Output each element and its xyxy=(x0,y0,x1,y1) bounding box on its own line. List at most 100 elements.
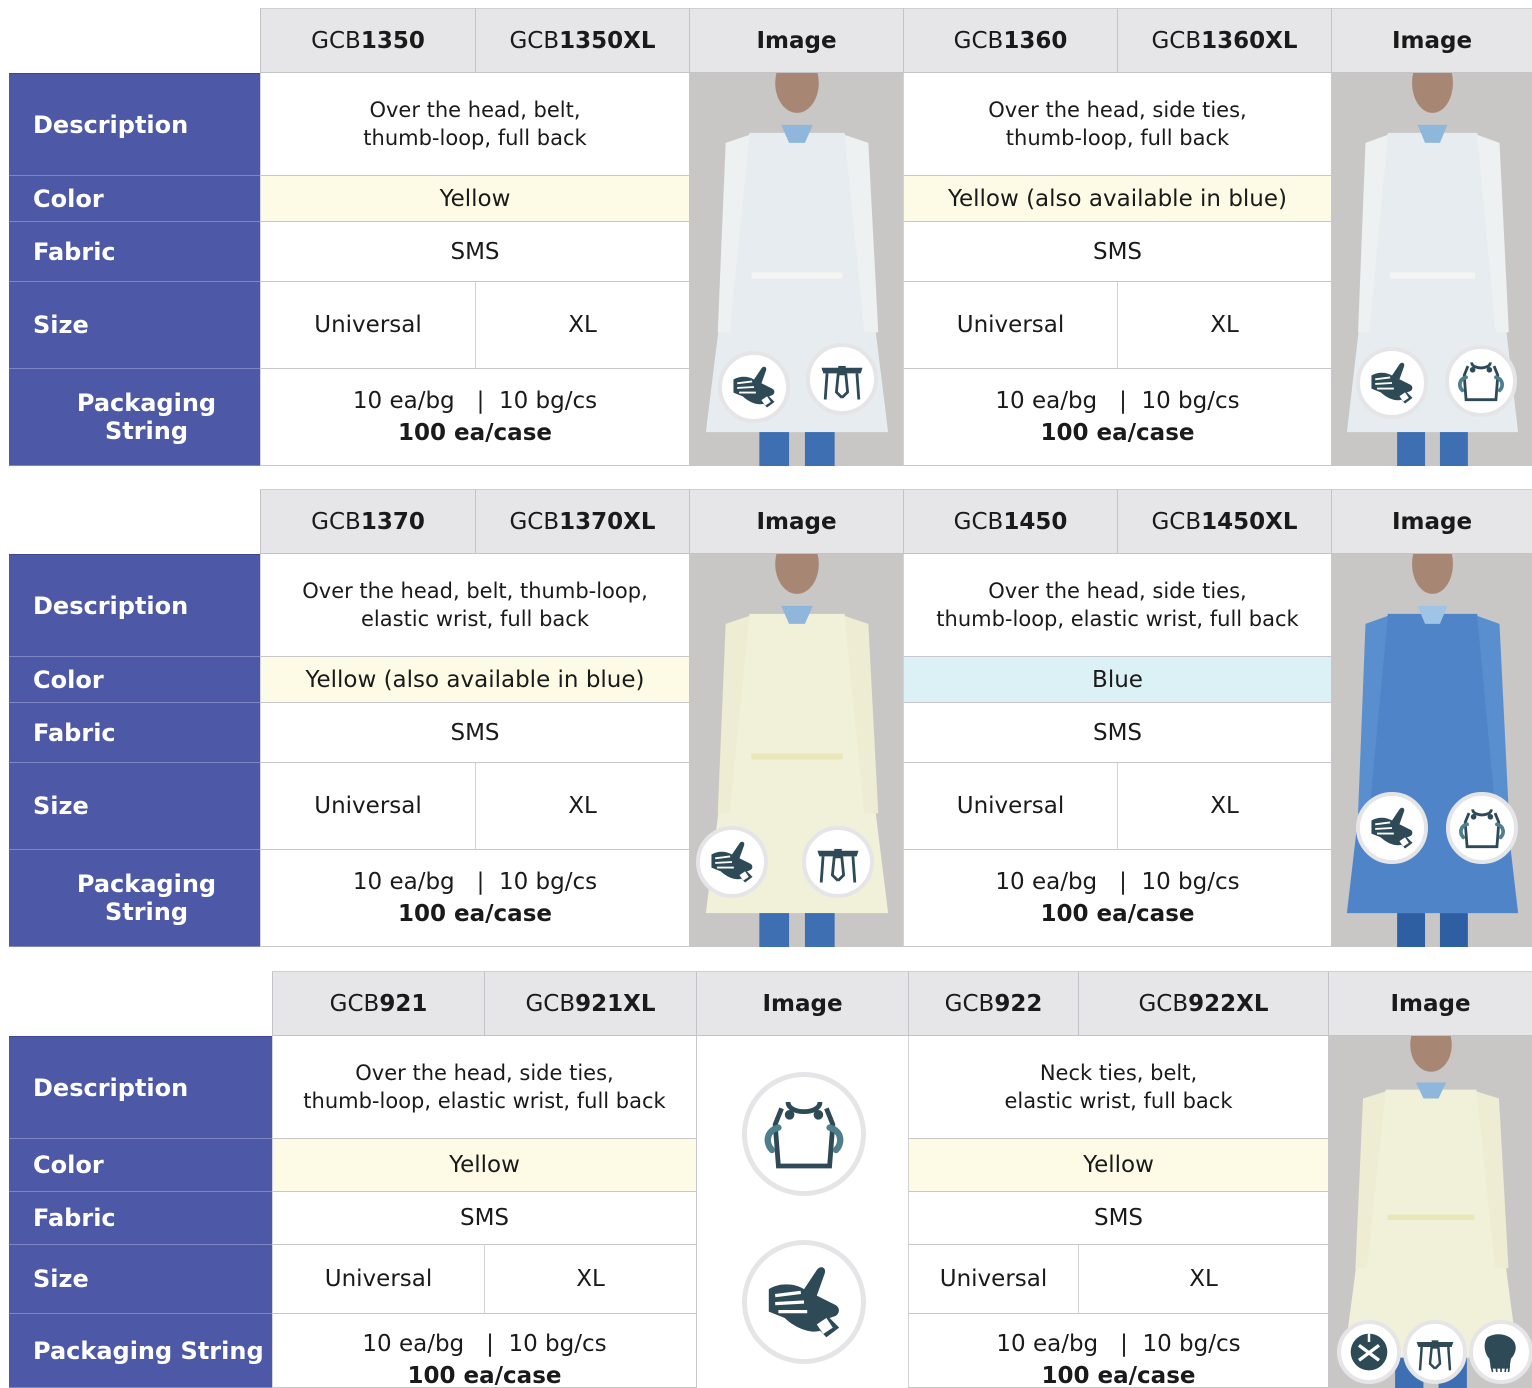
header-image: Image xyxy=(1328,971,1532,1036)
header-image: Image xyxy=(696,971,908,1036)
header-image: Image xyxy=(689,8,903,73)
description-line: thumb-loop, elastic wrist, full back xyxy=(936,607,1299,631)
code-prefix: GCB xyxy=(944,990,995,1017)
label-description: Description xyxy=(9,554,260,657)
thumb-loop-icon xyxy=(742,1240,866,1364)
description-cell: Over the head, side ties, thumb-loop, fu… xyxy=(903,73,1331,176)
code-prefix: GCB xyxy=(311,27,361,54)
header-code-xl: GCB1450XL xyxy=(1117,489,1331,554)
size-cell: XL xyxy=(1117,282,1331,369)
header-code: GCB921 xyxy=(272,971,484,1036)
side-ties-icon xyxy=(742,1072,866,1196)
color-cell: Yellow (also available in blue) xyxy=(260,657,689,703)
description-line: elastic wrist, full back xyxy=(361,607,589,631)
fabric-cell: SMS xyxy=(903,703,1331,763)
label-packaging: Packaging String xyxy=(9,850,260,947)
size-cell: XL xyxy=(475,763,689,850)
belt-icon xyxy=(1403,1320,1467,1384)
size-cell: Universal xyxy=(908,1245,1078,1314)
header-code-xl: GCB1350XL xyxy=(475,8,689,73)
code-number: 922XL xyxy=(1188,990,1269,1017)
product-photo xyxy=(689,73,903,466)
code-number: 1360 xyxy=(1003,27,1068,54)
belt-icon xyxy=(802,826,874,898)
packaging-total: 100 ea/case xyxy=(407,1363,562,1388)
code-number: 1350XL xyxy=(559,27,656,54)
packaging-total: 100 ea/case xyxy=(398,901,552,927)
code-number: 922 xyxy=(994,990,1043,1017)
color-cell: Yellow xyxy=(908,1139,1328,1192)
feature-icons xyxy=(696,1036,908,1388)
header-code: GCB922 xyxy=(908,971,1078,1036)
packaging-cell: 10 ea/bg | 10 bg/cs 100 ea/case xyxy=(260,369,689,466)
code-number: 1450XL xyxy=(1201,508,1298,535)
size-cell: Universal xyxy=(903,282,1117,369)
label-size: Size xyxy=(9,763,260,850)
code-prefix: GCB xyxy=(1151,508,1202,535)
size-cell: XL xyxy=(1078,1245,1328,1314)
packaging-total: 100 ea/case xyxy=(1040,901,1195,927)
code-prefix: GCB xyxy=(329,990,380,1017)
description-cell: Over the head, belt, thumb-loop, full ba… xyxy=(260,73,689,176)
thumb-loop-icon xyxy=(718,351,790,423)
label-fabric: Fabric xyxy=(9,222,260,282)
description-line: elastic wrist, full back xyxy=(1004,1089,1233,1113)
color-cell: Yellow (also available in blue) xyxy=(903,176,1331,222)
size-cell: XL xyxy=(484,1245,696,1314)
code-prefix: GCB xyxy=(1151,27,1202,54)
size-cell: XL xyxy=(475,282,689,369)
packaging-total: 100 ea/case xyxy=(1040,420,1195,446)
header-image: Image xyxy=(1331,8,1532,73)
header-code: GCB1350 xyxy=(260,8,475,73)
header-code: GCB1450 xyxy=(903,489,1117,554)
code-number: 921XL xyxy=(575,990,656,1017)
header-code-xl: GCB1360XL xyxy=(1117,8,1331,73)
label-color: Color xyxy=(9,176,260,222)
description-line: Over the head, side ties, xyxy=(988,579,1247,603)
product-photo xyxy=(689,554,903,947)
description-line: thumb-loop, full back xyxy=(1005,126,1230,150)
code-number: 1350 xyxy=(360,27,425,54)
thumb-loop-icon xyxy=(696,826,768,898)
packaging-line: 10 ea/bg | 10 bg/cs xyxy=(352,869,598,895)
size-cell: Universal xyxy=(272,1245,484,1314)
product-photo xyxy=(1331,73,1532,466)
elastic-wrist-icon xyxy=(1469,1320,1532,1384)
code-number: 1370XL xyxy=(559,508,656,535)
packaging-line: 10 ea/bg | 10 bg/cs xyxy=(995,388,1240,414)
side-ties-icon xyxy=(1446,792,1518,864)
code-number: 1370 xyxy=(360,508,425,535)
header-code: GCB1360 xyxy=(903,8,1117,73)
description-cell: Over the head, side ties, thumb-loop, el… xyxy=(903,554,1331,657)
packaging-cell: 10 ea/bg | 10 bg/cs 100 ea/case xyxy=(903,850,1331,947)
side-ties-icon xyxy=(1445,345,1517,417)
thumb-loop-icon xyxy=(1356,792,1428,864)
fabric-cell: SMS xyxy=(260,703,689,763)
description-line: Over the head, side ties, xyxy=(988,98,1247,122)
size-cell: XL xyxy=(1117,763,1331,850)
packaging-cell: 10 ea/bg | 10 bg/cs 100 ea/case xyxy=(272,1314,696,1388)
fabric-cell: SMS xyxy=(260,222,689,282)
fabric-cell: SMS xyxy=(908,1192,1328,1245)
product-photo xyxy=(1331,554,1532,947)
label-fabric: Fabric xyxy=(9,703,260,763)
description-cell: Neck ties, belt, elastic wrist, full bac… xyxy=(908,1036,1328,1139)
label-color: Color xyxy=(9,1139,272,1192)
code-number: 1360XL xyxy=(1201,27,1298,54)
size-cell: Universal xyxy=(260,763,475,850)
packaging-line: 10 ea/bg | 10 bg/cs xyxy=(362,1331,607,1357)
fabric-cell: SMS xyxy=(903,222,1331,282)
label-packaging: Packaging String xyxy=(9,1314,272,1388)
product-photo xyxy=(1328,1036,1532,1388)
packaging-total: 100 ea/case xyxy=(1041,1363,1196,1388)
packaging-cell: 10 ea/bg | 10 bg/cs 100 ea/case xyxy=(908,1314,1328,1388)
neck-ties-icon xyxy=(1337,1320,1401,1384)
size-cell: Universal xyxy=(260,282,475,369)
description-line: Over the head, side ties, xyxy=(355,1061,614,1085)
header-code-xl: GCB921XL xyxy=(484,971,696,1036)
color-cell: Yellow xyxy=(260,176,689,222)
fabric-cell: SMS xyxy=(272,1192,696,1245)
color-cell: Yellow xyxy=(272,1139,696,1192)
description-line: Over the head, belt, thumb-loop, xyxy=(302,579,648,603)
packaging-line: 10 ea/bg | 10 bg/cs xyxy=(995,869,1240,895)
